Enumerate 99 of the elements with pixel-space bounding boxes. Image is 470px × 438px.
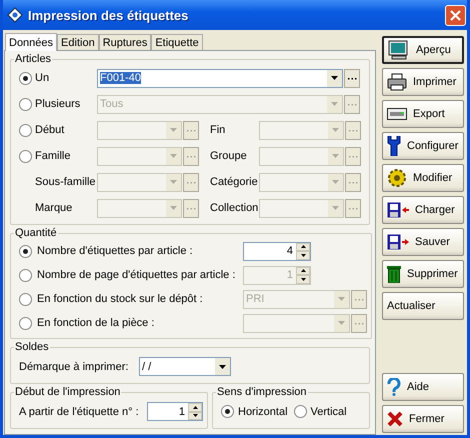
caret-icon [170, 206, 177, 210]
dropdown-button[interactable] [327, 70, 342, 86]
up-arrow-icon[interactable] [192, 406, 198, 409]
combo-box[interactable] [259, 198, 344, 218]
action-button[interactable]: Supprimer [382, 260, 464, 288]
app-icon [7, 7, 23, 23]
option-label: Nombre de page d'étiquettes par article : [37, 269, 236, 281]
caret-icon [332, 180, 339, 184]
caret-icon [170, 128, 177, 132]
monitor-icon [388, 40, 410, 60]
field-label: Groupe [209, 150, 248, 162]
radio-button[interactable] [19, 124, 32, 136]
group-title: Articles [14, 53, 52, 65]
help-icon [387, 378, 401, 396]
option-label: Horizontal [238, 406, 288, 418]
field-label: Marque [35, 202, 72, 214]
tab[interactable]: Edition [57, 34, 99, 50]
option-label: En fonction de la pièce : [37, 317, 154, 329]
caret-icon [332, 128, 339, 132]
ellipsis-icon [186, 128, 196, 132]
ellipsis-icon [348, 154, 358, 158]
tab[interactable]: Ruptures [98, 34, 152, 50]
dropdown-button[interactable] [215, 358, 230, 375]
down-arrow-icon[interactable] [300, 254, 306, 257]
action-button[interactable]: Aperçu [382, 36, 464, 64]
card-icon [387, 108, 407, 120]
radio-button[interactable] [221, 405, 234, 418]
down-arrow-icon[interactable] [192, 414, 198, 418]
ellipsis-icon [348, 206, 358, 210]
caret-icon [332, 206, 339, 210]
radio-button[interactable] [294, 405, 307, 418]
combo-box[interactable]: F001-40 [97, 68, 343, 88]
ellipsis-icon [348, 102, 356, 106]
close-icon [387, 411, 403, 427]
field-label: Fin [209, 124, 226, 136]
floppy-arrow-out-icon [387, 234, 409, 250]
option-label: Vertical [310, 406, 347, 418]
combo-box[interactable] [259, 146, 344, 166]
action-button[interactable]: Charger [382, 196, 464, 224]
caret-icon [338, 297, 345, 301]
group-title: Début de l'impression [14, 386, 122, 398]
field-label: Un [35, 72, 50, 84]
field-label: Plusieurs [35, 98, 80, 110]
action-button[interactable]: Fermer [382, 405, 464, 433]
combo-box[interactable]: / / [139, 357, 231, 376]
wrench-icon [387, 136, 401, 156]
combo-box[interactable] [259, 172, 344, 192]
field-label: Collection [209, 202, 259, 214]
up-arrow-icon[interactable] [300, 245, 306, 248]
floppy-arrow-in-icon [387, 202, 409, 218]
spin-box[interactable]: 4 [243, 242, 311, 260]
group-title: Soldes [14, 341, 50, 353]
option-label: En fonction du stock sur le dépôt : [37, 293, 203, 305]
action-button[interactable]: Modifier [382, 164, 464, 192]
combo-box[interactable] [259, 120, 344, 140]
ellipsis-icon [348, 128, 358, 132]
gear-icon [387, 168, 407, 188]
action-button[interactable]: Imprimer [382, 68, 464, 96]
action-button[interactable]: Actualiser [382, 292, 464, 320]
action-button[interactable]: Export [382, 100, 464, 128]
field-label: Sous-famille [35, 176, 96, 188]
action-button[interactable]: Configurer [382, 132, 464, 160]
radio-button[interactable] [19, 98, 32, 110]
field-label: Catégorie [209, 176, 259, 188]
caret-icon [331, 76, 338, 80]
option-label: Nombre d'étiquettes par article : [37, 245, 193, 257]
ellipsis-icon [186, 206, 196, 210]
action-button[interactable]: Aide [382, 373, 464, 401]
field-label: Démarque à imprimer: [19, 360, 130, 372]
caret-icon [338, 321, 345, 325]
close-icon [450, 10, 461, 20]
radio-button[interactable] [19, 72, 32, 84]
field-label: A partir de l'étiquette n° : [19, 406, 140, 418]
ellipsis-icon [348, 180, 358, 184]
ellipsis-icon [186, 180, 196, 184]
tab[interactable]: Données [5, 33, 58, 51]
window-title: Impression des étiquettes [28, 8, 190, 22]
printer-icon [387, 73, 407, 91]
caret-icon [332, 154, 339, 158]
field-label: Famille [35, 150, 70, 162]
radio-button[interactable] [19, 244, 32, 258]
spin-box[interactable]: 1 [147, 402, 203, 421]
ellipsis-icon [348, 76, 356, 80]
group-title: Quantité [14, 227, 58, 239]
close-button[interactable] [445, 4, 466, 26]
caret-icon [331, 102, 338, 106]
group-title: Sens d'impression [216, 386, 308, 398]
tab[interactable]: Etiquette [151, 34, 203, 50]
ellipsis-icon [186, 154, 196, 158]
ellipsis-icon [354, 298, 364, 300]
field-label: Début [35, 124, 64, 136]
ellipsis-icon [354, 322, 364, 324]
caret-icon [170, 154, 177, 158]
radio-button[interactable] [19, 150, 32, 162]
trash-icon [387, 265, 401, 283]
browse-button[interactable] [344, 68, 360, 88]
caret-icon [170, 180, 177, 184]
action-button[interactable]: Sauver [382, 228, 464, 256]
caret-icon [219, 364, 226, 368]
